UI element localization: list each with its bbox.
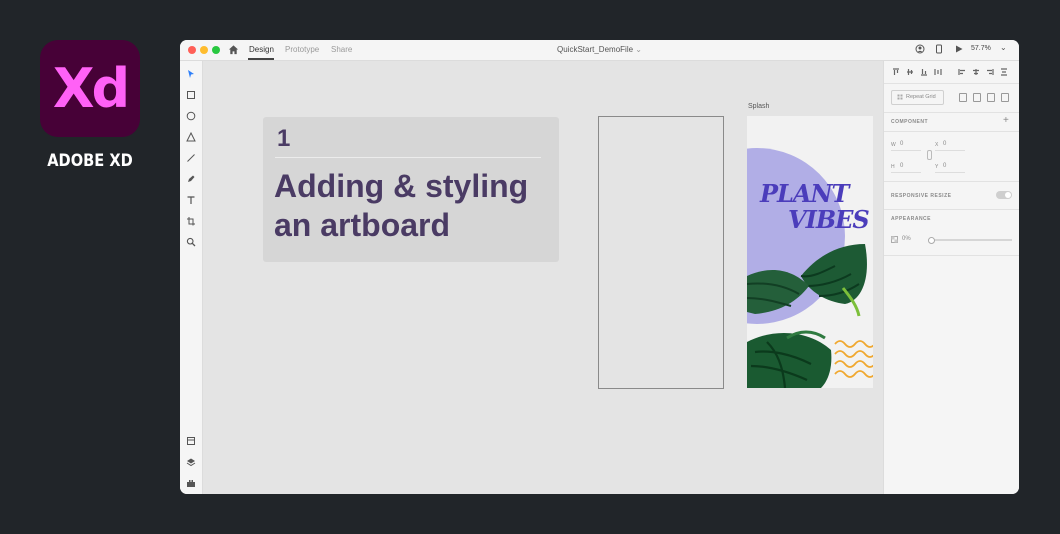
lesson-divider (275, 157, 541, 158)
lock-aspect-icon[interactable] (927, 150, 932, 160)
toggle-knob (1005, 192, 1011, 198)
opacity-slider[interactable] (928, 237, 1012, 244)
opacity-icon (891, 236, 898, 243)
pen-icon[interactable] (186, 174, 196, 184)
splash-headline-line-2: VIBES (788, 205, 870, 234)
play-icon[interactable] (954, 44, 964, 54)
opacity-value[interactable]: 0% (902, 236, 911, 242)
lesson-title: Adding & styling an artboard (274, 168, 529, 243)
splash-artwork (747, 148, 873, 388)
align-bottom-icon[interactable] (920, 68, 928, 76)
x-label: X (935, 142, 939, 148)
boolean-subtract-icon[interactable] (973, 93, 981, 102)
zoom-icon[interactable] (186, 237, 196, 247)
height-label: H (891, 164, 895, 170)
text-icon[interactable] (186, 195, 196, 205)
y-value[interactable]: 0 (943, 163, 946, 169)
document-title[interactable]: QuickStart_DemoFile ⌄ (180, 45, 1019, 54)
property-inspector: Repeat Grid COMPONENT + W 0 X 0 H 0 Y 0 (883, 61, 1019, 494)
transform-section: W 0 X 0 H 0 Y 0 (884, 132, 1019, 182)
add-component-icon[interactable]: + (1003, 115, 1009, 126)
y-label: Y (935, 164, 939, 170)
title-bar: Design Prototype Share QuickStart_DemoFi… (180, 40, 1019, 61)
active-tab-indicator (248, 58, 274, 60)
align-left-icon[interactable] (958, 68, 966, 76)
x-value[interactable]: 0 (943, 141, 946, 147)
lesson-title-card: 1 Adding & styling an artboard (263, 117, 559, 262)
zoom-chevron-icon[interactable]: ⌄ (1000, 43, 1007, 52)
splash-headline-line-1: PLANT (760, 179, 849, 208)
boolean-intersect-icon[interactable] (987, 93, 995, 102)
width-value[interactable]: 0 (900, 141, 903, 147)
repeat-grid-row: Repeat Grid (884, 84, 1019, 113)
wave-pattern (834, 340, 873, 378)
lower-monstera-leaf-icon (747, 330, 832, 388)
align-middle-icon[interactable] (906, 68, 914, 76)
align-right-icon[interactable] (986, 68, 994, 76)
mobile-preview-icon[interactable] (934, 44, 944, 54)
ellipse-icon[interactable] (186, 111, 196, 121)
artboard-icon[interactable] (186, 216, 196, 226)
zoom-level[interactable]: 57.7% (971, 45, 991, 52)
chevron-down-icon: ⌄ (633, 45, 642, 54)
polygon-icon[interactable] (186, 132, 196, 142)
plugins-icon[interactable] (186, 478, 196, 488)
align-top-icon[interactable] (892, 68, 900, 76)
user-icon[interactable] (915, 44, 925, 54)
tools-toolbar (180, 61, 203, 494)
repeat-grid-icon (897, 94, 903, 100)
height-value[interactable]: 0 (900, 163, 903, 169)
lesson-number: 1 (277, 125, 291, 152)
component-label: COMPONENT (891, 119, 928, 125)
xd-window: Design Prototype Share QuickStart_DemoFi… (180, 40, 1019, 494)
design-canvas[interactable]: 1 Adding & styling an artboard Splash PL… (203, 61, 883, 494)
x-underline (935, 150, 965, 151)
line-icon[interactable] (186, 153, 196, 163)
artboard-splash[interactable]: PLANT VIBES (747, 116, 873, 388)
height-underline (891, 172, 921, 173)
width-underline (891, 150, 921, 151)
opacity-slider-handle[interactable] (928, 237, 935, 244)
repeat-grid-label: Repeat Grid (906, 94, 936, 100)
distribute-icon[interactable] (934, 68, 942, 76)
responsive-resize-section: RESPONSIVE RESIZE (884, 182, 1019, 210)
layers-icon[interactable] (186, 457, 196, 467)
responsive-resize-label: RESPONSIVE RESIZE (891, 193, 952, 199)
rectangle-icon[interactable] (186, 90, 196, 100)
align-center-icon[interactable] (972, 68, 980, 76)
appearance-section: APPEARANCE 0% (884, 210, 1019, 256)
y-underline (935, 172, 965, 173)
assets-icon[interactable] (186, 436, 196, 446)
boolean-exclude-icon[interactable] (1001, 93, 1009, 102)
adobe-xd-logo: Xd (40, 40, 140, 137)
repeat-grid-button[interactable]: Repeat Grid (891, 90, 944, 105)
select-icon[interactable] (186, 69, 196, 79)
width-label: W (891, 142, 896, 148)
responsive-resize-toggle[interactable] (996, 191, 1012, 199)
boolean-add-icon[interactable] (959, 93, 967, 102)
component-section: COMPONENT + (884, 113, 1019, 132)
empty-artboard[interactable] (598, 116, 724, 389)
distribute-horizontal-icon[interactable] (1000, 68, 1008, 76)
app-name-caption: ADOBE XD (47, 151, 133, 171)
artboard-label-splash[interactable]: Splash (748, 103, 769, 110)
align-toolbar (884, 61, 1019, 84)
appearance-label: APPEARANCE (891, 216, 932, 222)
